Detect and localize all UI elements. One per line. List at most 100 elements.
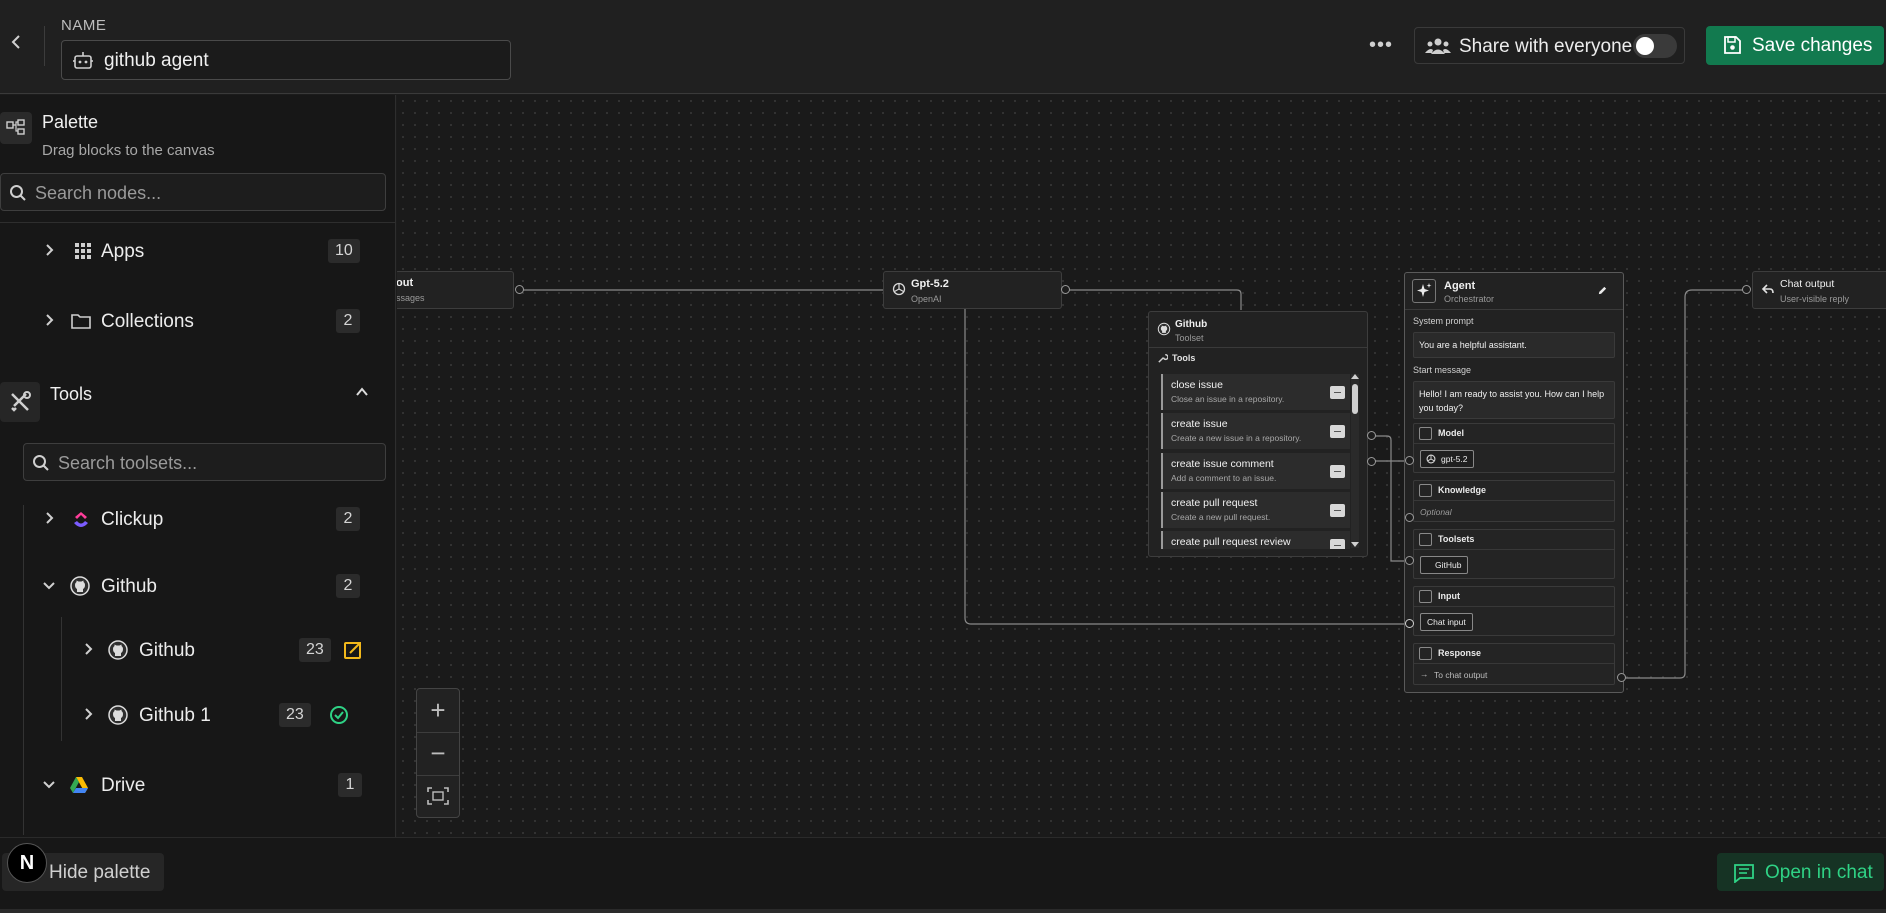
tool-item-create-issue[interactable]: create issue Create a new issue in a rep… [1161, 413, 1350, 449]
clickup-logo-icon [74, 512, 88, 527]
open-in-chat-button[interactable]: Open in chat [1717, 853, 1884, 891]
save-changes-button[interactable]: Save changes [1706, 26, 1884, 65]
sidebar-item-label: Apps [101, 241, 145, 262]
toolset-chip[interactable]: GitHub [1420, 556, 1469, 574]
sidebar-item-github-1[interactable]: Github 1 23 [81, 701, 381, 731]
name-label: NAME [61, 17, 107, 34]
tree-guide-line [23, 505, 24, 835]
start-message-field[interactable]: Hello! I am ready to assist you. How can… [1413, 381, 1615, 419]
model-chip-label: gpt-5.2 [1441, 454, 1468, 464]
sidebar-item-github[interactable]: Github 2 [42, 572, 362, 602]
input-port[interactable] [1742, 285, 1751, 294]
node-divider [1149, 347, 1367, 348]
model-input-port[interactable] [1405, 456, 1414, 465]
chevron-left-icon [11, 35, 20, 49]
sidebar-item-clickup[interactable]: Clickup 2 [42, 505, 362, 535]
tool-name: close issue [1171, 379, 1223, 391]
scroll-up-arrow[interactable] [1351, 374, 1359, 379]
scroll-thumb[interactable] [1352, 384, 1358, 414]
output-port[interactable] [1061, 285, 1070, 294]
sidebar-item-collections[interactable]: Collections 2 [42, 307, 362, 337]
model-icon [1419, 427, 1432, 440]
palette-sidebar: Palette Drag blocks to the canvas Search… [0, 95, 396, 837]
tool-name: create issue [1171, 418, 1228, 430]
agent-name-value: github agent [104, 50, 209, 71]
toggle-tool-button[interactable] [1330, 539, 1345, 549]
chat-icon [1734, 864, 1754, 883]
knowledge-section[interactable]: Knowledge Optional [1413, 480, 1615, 522]
output-port[interactable] [515, 285, 524, 294]
model-node[interactable]: Gpt-5.2 OpenAI [883, 271, 1062, 309]
chevron-right-icon [85, 643, 93, 655]
knowledge-input-port[interactable] [1405, 513, 1414, 522]
more-options-button[interactable]: ••• [1369, 34, 1393, 57]
tools-icon-box [0, 382, 40, 422]
chevron-right-icon [46, 244, 54, 256]
response-section[interactable]: Response → To chat output [1413, 643, 1615, 685]
response-output-port[interactable] [1617, 673, 1626, 682]
chat-input-node[interactable]: out ssages [397, 271, 514, 309]
output-port[interactable] [1367, 431, 1376, 440]
count-badge: 23 [299, 638, 331, 662]
node-subtitle: OpenAI [911, 294, 942, 304]
node-title: Chat output [1780, 278, 1835, 290]
sidebar-item-github-child[interactable]: Github 23 [81, 636, 381, 666]
input-section[interactable]: Input Chat input [1413, 586, 1615, 636]
n-logo-icon[interactable]: N [7, 843, 47, 883]
tool-item-create-issue-comment[interactable]: create issue comment Add a comment to an… [1161, 453, 1350, 489]
workflow-canvas[interactable]: out ssages Gpt-5.2 OpenAI Github Toolset… [397, 95, 1886, 837]
toggle-tool-button[interactable] [1330, 386, 1345, 399]
back-button[interactable] [8, 33, 26, 51]
edit-pencil-icon[interactable] [1597, 285, 1608, 296]
tool-item-close-issue[interactable]: close issue Close an issue in a reposito… [1161, 374, 1350, 410]
external-link-icon[interactable] [343, 640, 363, 660]
tools-scrollbar[interactable] [1351, 374, 1359, 548]
tool-item-create-pull-request-review[interactable]: create pull request review [1161, 531, 1350, 549]
folder-icon [71, 314, 91, 329]
sidebar-item-label: Drive [101, 775, 146, 796]
scroll-down-arrow[interactable] [1351, 542, 1359, 547]
github-logo-icon [108, 640, 128, 660]
hide-palette-label: Hide palette [49, 862, 151, 883]
toolsets-input-port[interactable] [1405, 556, 1414, 565]
output-port[interactable] [1367, 457, 1376, 466]
tool-item-create-pull-request[interactable]: create pull request Create a new pull re… [1161, 492, 1350, 528]
toggle-tool-button[interactable] [1330, 504, 1345, 517]
fit-view-button[interactable] [417, 775, 459, 818]
input-chip[interactable]: Chat input [1420, 613, 1473, 631]
github-logo-icon [70, 576, 90, 596]
toolsets-section[interactable]: Toolsets GitHub [1413, 529, 1615, 579]
share-toggle[interactable] [1633, 34, 1677, 58]
node-title: Github [1175, 319, 1208, 330]
input-port[interactable] [1405, 619, 1414, 628]
search-icon [33, 455, 49, 471]
sidebar-item-label: Clickup [101, 509, 164, 530]
connection-wires [520, 289, 1746, 679]
sidebar-item-drive[interactable]: Drive 1 [42, 771, 362, 801]
sparkle-icon [1417, 283, 1432, 297]
model-section[interactable]: Model gpt-5.2 [1413, 423, 1615, 473]
book-icon [1419, 484, 1432, 497]
tools-section-label[interactable]: Tools [50, 384, 92, 405]
search-nodes-input[interactable]: Search nodes... [0, 173, 386, 211]
toggle-tool-button[interactable] [1330, 465, 1345, 478]
palette-icon-box [0, 112, 32, 144]
agent-name-input[interactable]: github agent [61, 40, 511, 80]
toggle-tool-button[interactable] [1330, 425, 1345, 438]
sidebar-item-apps[interactable]: Apps 10 [42, 237, 362, 267]
github-toolset-node[interactable]: Github Toolset Tools close issue Close a… [1148, 311, 1368, 557]
model-chip[interactable]: gpt-5.2 [1420, 450, 1475, 468]
system-prompt-field[interactable]: You are a helpful assistant. [1413, 332, 1615, 358]
zoom-in-button[interactable]: + [417, 689, 459, 732]
search-toolsets-input[interactable]: Search toolsets... [23, 443, 386, 481]
chat-output-node[interactable]: Chat output User-visible reply [1752, 271, 1886, 309]
node-subtitle: Toolset [1175, 333, 1204, 343]
agent-node[interactable]: Agent Orchestrator System prompt You are… [1404, 272, 1624, 693]
count-badge: 2 [336, 574, 360, 598]
node-title: out [397, 277, 414, 289]
section-header: Input [1414, 587, 1614, 607]
count-badge: 2 [336, 309, 360, 333]
chevron-right-icon [46, 512, 54, 524]
chevron-up-icon[interactable] [354, 384, 370, 400]
zoom-out-button[interactable]: − [417, 732, 459, 775]
